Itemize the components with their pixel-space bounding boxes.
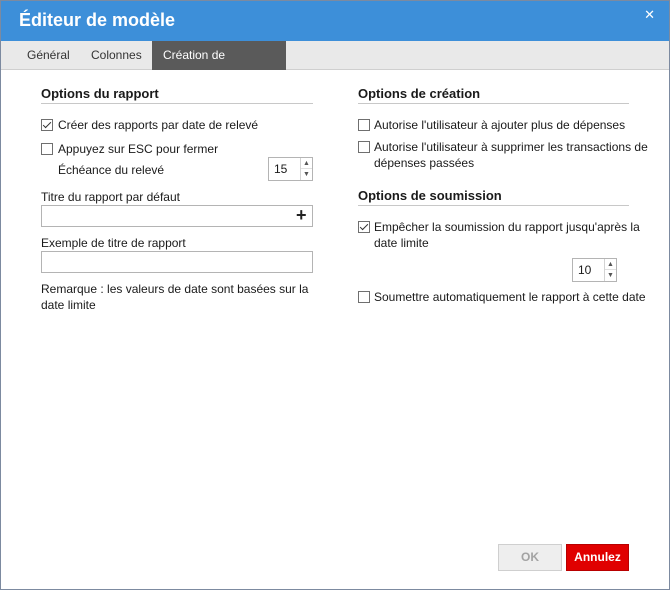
statement-due-stepper[interactable]: 15 ▲ ▼ (268, 157, 313, 181)
submit-days-value: 10 (578, 263, 592, 277)
example-title-label: Exemple de titre de rapport (41, 236, 186, 250)
tab-bar: Général Colonnes Création de dépenses (1, 41, 669, 91)
submission-options-heading: Options de soumission (358, 188, 629, 206)
create-by-date-label: Créer des rapports par date de relevé (58, 118, 259, 132)
auto-submit-checkbox[interactable] (358, 291, 370, 303)
allow-more-checkbox[interactable] (358, 119, 370, 131)
creation-options-heading: Options de création (358, 86, 629, 104)
allow-more-label: Autorise l'utilisateur à ajouter plus de… (374, 118, 626, 132)
template-editor-dialog: Éditeur de modèle ✕ Général Colonnes Cré… (0, 0, 670, 590)
prevent-submit-label: Empêcher la soumission du rapport jusqu'… (374, 220, 640, 250)
create-by-date-checkbox[interactable] (41, 119, 53, 131)
esc-close-label: Appuyez sur ESC pour fermer (58, 142, 219, 156)
allow-delete-checkbox[interactable] (358, 141, 370, 153)
chevron-up-icon[interactable]: ▲ (605, 259, 616, 270)
chevron-down-icon[interactable]: ▼ (301, 169, 312, 180)
submit-days-stepper[interactable]: 10 ▲ ▼ (572, 258, 617, 282)
report-options-heading: Options du rapport (41, 86, 313, 104)
dialog-title: Éditeur de modèle (19, 10, 176, 30)
tab-general[interactable]: Général (15, 41, 82, 70)
default-title-input[interactable] (41, 205, 313, 227)
ok-button[interactable]: OK (498, 544, 562, 571)
auto-submit-label: Soumettre automatiquement le rapport à c… (374, 290, 646, 304)
prevent-submit-checkbox[interactable] (358, 221, 370, 233)
esc-close-checkbox[interactable] (41, 143, 53, 155)
default-title-label: Titre du rapport par défaut (41, 190, 180, 204)
chevron-up-icon[interactable]: ▲ (301, 158, 312, 169)
statement-due-label: Échéance du relevé (58, 163, 165, 177)
close-icon[interactable]: ✕ (644, 7, 655, 23)
cancel-button[interactable]: Annulez (566, 544, 629, 571)
tab-columns[interactable]: Colonnes (79, 41, 154, 70)
tab-expense-creation[interactable]: Création de dépenses (152, 41, 286, 91)
statement-due-value: 15 (274, 162, 288, 176)
allow-delete-label: Autorise l'utilisateur à supprimer les t… (374, 140, 648, 170)
chevron-down-icon[interactable]: ▼ (605, 270, 616, 281)
stepper-arrows: ▲ ▼ (300, 158, 312, 180)
stepper-arrows: ▲ ▼ (604, 259, 616, 281)
example-title-input[interactable] (41, 251, 313, 273)
title-bar: Éditeur de modèle ✕ (1, 1, 669, 41)
date-note: Remarque : les valeurs de date sont basé… (41, 282, 309, 312)
add-token-icon[interactable]: + (296, 205, 307, 226)
